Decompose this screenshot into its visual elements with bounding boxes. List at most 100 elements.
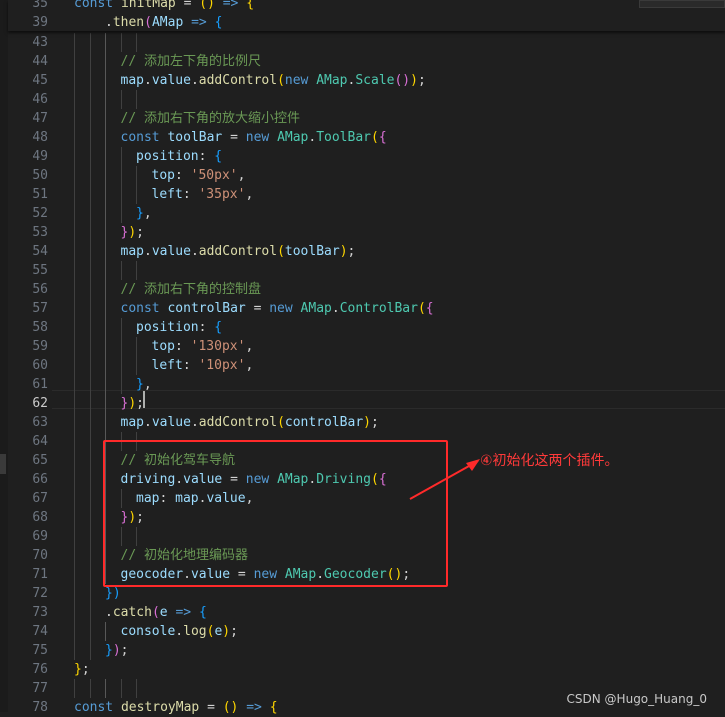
sticky-scroll-header[interactable]: 35 39 const initMap = () => {.then(AMap =…	[8, 0, 725, 31]
code-token: e	[159, 605, 168, 620]
line-number: 47	[32, 111, 48, 126]
indent-guide	[89, 679, 91, 698]
strip-marker	[0, 454, 6, 474]
code-token: .	[105, 605, 113, 620]
code-line[interactable]: const toolBar = new AMap.ToolBar({	[121, 128, 387, 147]
code-token: =	[175, 0, 200, 11]
code-line[interactable]: });	[121, 223, 144, 242]
code-token: ,	[143, 377, 152, 392]
code-line[interactable]: // 添加左下角的比例尺	[121, 52, 261, 71]
code-line[interactable]: const initMap = () => {	[74, 0, 254, 13]
indent-guide	[89, 33, 91, 660]
line-number: 45	[32, 73, 48, 88]
code-token: ()	[394, 73, 411, 88]
code-token: (	[277, 244, 285, 259]
code-token: ;	[371, 415, 379, 430]
code-line[interactable]: left: '35px',	[152, 185, 254, 204]
line-number: 63	[32, 415, 48, 430]
code-token: (	[371, 130, 379, 145]
code-token: '10px'	[198, 358, 246, 373]
code-token: new	[269, 301, 301, 316]
code-token: )	[222, 624, 231, 639]
code-line[interactable]: map.value.addControl(controlBar);	[121, 413, 379, 432]
line-number: 54	[32, 244, 48, 259]
code-line[interactable]: };	[74, 660, 90, 679]
code-token: AMap	[151, 15, 184, 30]
code-line[interactable]: position: {	[136, 147, 222, 166]
code-token: :	[182, 187, 199, 202]
highlight-box	[103, 440, 448, 587]
code-token: :	[174, 168, 191, 183]
code-token: initMap	[120, 0, 176, 11]
code-token: ,	[245, 358, 254, 373]
code-line[interactable]: const destroyMap = () => {	[74, 698, 278, 717]
code-token: =	[199, 700, 223, 715]
code-token: then	[112, 15, 145, 30]
code-token: ()	[222, 700, 239, 715]
line-number: 62	[32, 396, 48, 411]
code-token: =>	[183, 15, 215, 30]
code-token: .	[175, 624, 184, 639]
indent-guide	[136, 166, 137, 204]
code-token: top	[151, 168, 175, 183]
code-token: ;	[347, 244, 356, 259]
code-token: =>	[214, 0, 247, 11]
code-token: ()	[199, 0, 215, 11]
code-token: value	[151, 73, 191, 88]
code-token: (	[277, 73, 285, 88]
code-line[interactable]: left: '10px',	[152, 356, 254, 375]
code-token: destroyMap	[120, 700, 200, 715]
code-token: ;	[230, 624, 238, 639]
code-token: (	[151, 605, 160, 620]
code-token: })	[105, 586, 121, 601]
line-number: 68	[32, 510, 48, 525]
indent-guide	[120, 147, 122, 223]
code-line[interactable]: .then(AMap => {	[105, 13, 222, 32]
line-number: 71	[32, 567, 48, 582]
code-line[interactable]: map.value.addControl(toolBar);	[121, 242, 356, 261]
code-token: AMap	[300, 301, 332, 316]
code-token: )	[128, 396, 137, 411]
code-line[interactable]: position: {	[136, 318, 222, 337]
code-line[interactable]: top: '50px',	[152, 166, 246, 185]
code-editor[interactable]: 43 44 45 46 47 48 49 50 51 52 53 54 55 56 57 58 59 60 61 62…	[8, 0, 725, 715]
watermark: CSDN @Hugo_Huang_0	[566, 692, 707, 706]
code-line[interactable]: });	[121, 394, 144, 413]
text-cursor	[143, 391, 145, 408]
code-token: .	[143, 415, 152, 430]
code-token: }	[136, 206, 144, 221]
code-token: map	[120, 73, 144, 88]
code-line[interactable]: const controlBar = new AMap.ControlBar({	[121, 299, 434, 318]
line-number: 46	[32, 92, 48, 107]
code-token: toolBar	[284, 244, 340, 259]
code-token: {	[214, 149, 223, 164]
code-line[interactable]: console.log(e);	[121, 622, 238, 641]
code-token: '50px'	[190, 168, 238, 183]
line-number: 61	[32, 377, 48, 392]
indent-guide	[120, 90, 122, 109]
line-number: 55	[32, 263, 48, 278]
code-line[interactable]: // 添加右下角的放大缩小控件	[121, 109, 300, 128]
code-line[interactable]: top: '130px',	[152, 337, 254, 356]
code-token: controlBar	[167, 301, 246, 316]
line-number: 73	[32, 605, 48, 620]
code-token: =	[222, 130, 246, 145]
indent-guide	[136, 679, 137, 698]
code-line[interactable]: },	[136, 204, 152, 223]
code-token: catch	[112, 605, 152, 620]
code-token: // 添加右下角的控制盘	[120, 282, 261, 297]
code-token: ;	[81, 662, 90, 677]
code-token: addControl	[198, 73, 278, 88]
code-line[interactable]: });	[105, 641, 128, 660]
code-token: // 添加左下角的比例尺	[120, 54, 261, 69]
code-line[interactable]: // 添加右下角的控制盘	[121, 280, 261, 299]
line-number: 76	[32, 662, 48, 677]
code-line[interactable]: map.value.addControl(new AMap.Scale());	[121, 71, 426, 90]
code-line[interactable]: .catch(e => {	[105, 603, 207, 622]
indent-guide	[74, 679, 75, 698]
code-token: :	[198, 149, 215, 164]
code-token: toolBar	[167, 130, 223, 145]
line-number: 69	[32, 529, 48, 544]
indent-guide	[136, 33, 137, 52]
minimap-slider[interactable]	[639, 0, 725, 8]
